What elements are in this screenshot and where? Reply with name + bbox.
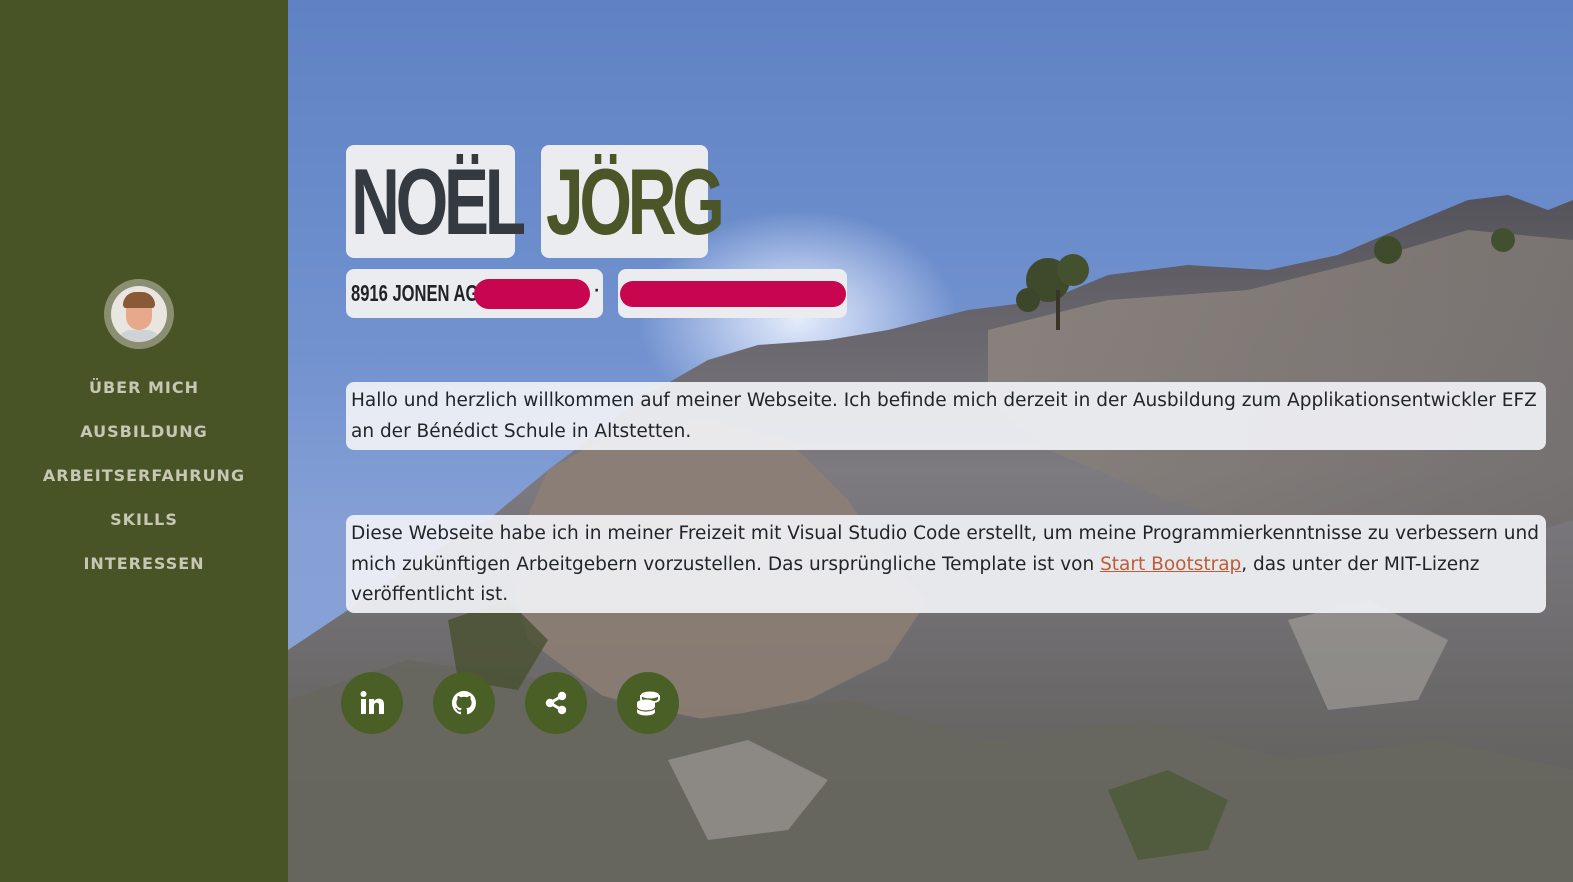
address-text: 8916 JONEN AG bbox=[351, 280, 479, 306]
nav-link-ausbildung[interactable]: AUSBILDUNG bbox=[80, 422, 208, 441]
nav-item-interessen: INTERESSEN bbox=[0, 541, 288, 585]
redaction-mark bbox=[620, 281, 846, 307]
linkedin-button[interactable] bbox=[341, 672, 403, 734]
avatar[interactable] bbox=[104, 279, 174, 349]
nav-item-arbeitserfahrung: ARBEITSERFAHRUNG bbox=[0, 453, 288, 497]
linkedin-icon bbox=[360, 691, 384, 714]
intro-paragraph: Hallo und herzlich willkommen auf meiner… bbox=[346, 382, 1546, 450]
share-button[interactable] bbox=[525, 672, 587, 734]
first-name: NOËL bbox=[351, 149, 526, 254]
nav-item-skills: SKILLS bbox=[0, 497, 288, 541]
last-name-box: JÖRG bbox=[541, 145, 725, 258]
nav-item-ueber-mich: ÜBER MICH bbox=[0, 365, 288, 409]
redaction-mark bbox=[474, 279, 590, 309]
sidebar-nav: ÜBER MICH AUSBILDUNG ARBEITSERFAHRUNG SK… bbox=[0, 365, 288, 585]
avatar-image bbox=[111, 286, 167, 342]
nav-link-ueber-mich[interactable]: ÜBER MICH bbox=[89, 378, 199, 397]
sidebar: ÜBER MICH AUSBILDUNG ARBEITSERFAHRUNG SK… bbox=[0, 0, 288, 882]
nav-link-arbeitserfahrung[interactable]: ARBEITSERFAHRUNG bbox=[43, 466, 245, 485]
github-button[interactable] bbox=[433, 672, 495, 734]
nav-item-ausbildung: AUSBILDUNG bbox=[0, 409, 288, 453]
about-paragraph: Diese Webseite habe ich in meiner Freize… bbox=[346, 515, 1546, 613]
database-icon bbox=[636, 691, 660, 716]
contact-box bbox=[618, 269, 847, 318]
start-bootstrap-link[interactable]: Start Bootstrap bbox=[1100, 554, 1241, 575]
nav-link-skills[interactable]: SKILLS bbox=[110, 510, 178, 529]
address-box: 8916 JONEN AG · bbox=[346, 269, 603, 318]
separator-dot: · bbox=[594, 283, 600, 299]
first-name-box: NOËL bbox=[346, 145, 526, 258]
github-icon bbox=[452, 691, 476, 715]
share-icon bbox=[545, 691, 567, 715]
database-button[interactable] bbox=[617, 672, 679, 734]
nav-link-interessen[interactable]: INTERESSEN bbox=[83, 554, 204, 573]
last-name: JÖRG bbox=[546, 149, 725, 254]
